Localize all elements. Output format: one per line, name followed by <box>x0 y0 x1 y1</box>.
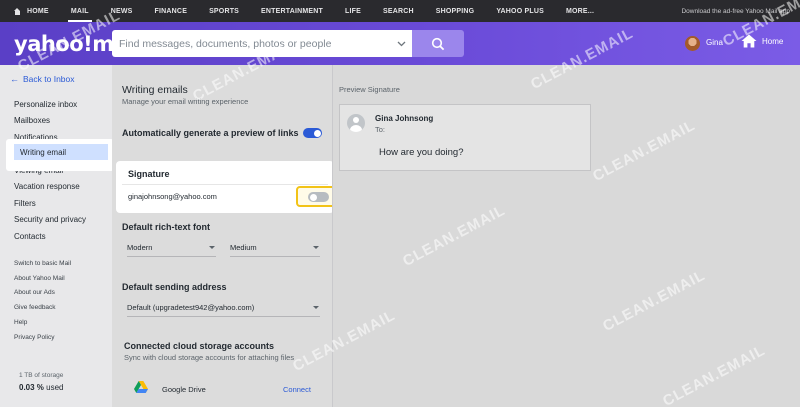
sidebar-item-writing-email[interactable]: Writing email <box>14 144 108 160</box>
sidebar-item-mailboxes[interactable]: Mailboxes <box>0 113 112 130</box>
cloud-storage-subtitle: Sync with cloud storage accounts for att… <box>124 353 295 362</box>
topnav-entertainment[interactable]: ENTERTAINMENT <box>250 0 334 22</box>
caret-down-icon <box>313 246 319 249</box>
home-button[interactable]: Home <box>741 34 783 48</box>
privacy-policy-link[interactable]: Privacy Policy <box>14 330 71 345</box>
link-preview-toggle[interactable] <box>303 128 322 138</box>
caret-down-icon <box>313 306 319 309</box>
topnav-yahoo-plus[interactable]: YAHOO PLUS <box>485 0 555 22</box>
sender-avatar <box>347 114 365 132</box>
about-yahoo-mail-link[interactable]: About Yahoo Mail <box>14 271 71 286</box>
help-link[interactable]: Help <box>14 315 71 330</box>
home-label: Home <box>762 36 784 46</box>
google-drive-icon <box>134 381 148 393</box>
search-button[interactable] <box>412 30 464 57</box>
topnav-news[interactable]: NEWS <box>100 0 144 22</box>
search-input[interactable]: Find messages, documents, photos or peop… <box>112 38 390 50</box>
search-icon <box>431 37 445 50</box>
topnav-home[interactable]: HOME <box>0 0 60 22</box>
cloud-storage-title: Connected cloud storage accounts <box>124 341 275 351</box>
google-drive-label: Google Drive <box>162 385 206 394</box>
top-nav-bar: HOME MAIL NEWS FINANCE SPORTS ENTERTAINM… <box>0 0 800 22</box>
connect-google-drive-link[interactable]: Connect <box>283 385 311 394</box>
font-section-title: Default rich-text font <box>122 222 211 232</box>
signature-title: Signature <box>128 169 170 179</box>
preview-signature-label: Preview Signature <box>339 85 400 94</box>
mail-header: yahoo!mail Find messages, documents, pho… <box>0 22 800 65</box>
recipient-label: To: <box>375 125 386 134</box>
topnav-sports[interactable]: SPORTS <box>198 0 250 22</box>
page-subtitle: Manage your email writing experience <box>122 97 249 106</box>
topnav-more[interactable]: MORE... <box>555 0 605 22</box>
arrow-left-icon: ← <box>10 74 19 84</box>
avatar[interactable] <box>685 36 700 51</box>
link-preview-label: Automatically generate a preview of link… <box>122 128 299 138</box>
sidebar-item-security-privacy[interactable]: Security and privacy <box>0 212 112 229</box>
sidebar-item-contacts[interactable]: Contacts <box>0 228 112 245</box>
topnav-shopping[interactable]: SHOPPING <box>425 0 486 22</box>
home-icon <box>741 34 757 48</box>
sidebar-item-vacation-response[interactable]: Vacation response <box>0 179 112 196</box>
about-ads-link[interactable]: About our Ads <box>14 286 71 301</box>
home-icon <box>14 7 21 15</box>
topnav-life[interactable]: LIFE <box>334 0 372 22</box>
topnav-finance[interactable]: FINANCE <box>144 0 199 22</box>
adfree-app-link[interactable]: Download the ad-free Yahoo Mail app <box>681 0 790 22</box>
font-face-select[interactable]: Modern <box>127 239 216 257</box>
sender-name: Gina Johnsong <box>375 114 434 123</box>
preview-message-body: How are you doing? <box>379 147 464 158</box>
sending-address-select[interactable]: Default (upgradetest942@yahoo.com) <box>127 299 320 317</box>
user-name[interactable]: Gina <box>706 38 723 47</box>
secondary-links: Switch to basic Mail About Yahoo Mail Ab… <box>14 256 71 345</box>
give-feedback-link[interactable]: Give feedback <box>14 300 71 315</box>
topnav-mail[interactable]: MAIL <box>60 0 100 22</box>
page-title: Writing emails <box>122 84 188 96</box>
signature-account-email: ginajohnsong@yahoo.com <box>128 192 217 201</box>
sidebar-item-filters[interactable]: Filters <box>0 195 112 212</box>
sending-address-title: Default sending address <box>122 282 227 292</box>
sidebar-item-personalize-inbox[interactable]: Personalize inbox <box>0 96 112 113</box>
font-size-select[interactable]: Medium <box>230 239 320 257</box>
link-preview-setting: Automatically generate a preview of link… <box>122 128 322 138</box>
back-to-inbox-link[interactable]: ← Back to Inbox <box>10 74 75 84</box>
storage-usage: 0.03 % used <box>19 383 64 392</box>
signature-toggle[interactable] <box>308 192 329 202</box>
storage-capacity: 1 TB of storage <box>19 372 64 379</box>
settings-sidebar: ← Back to Inbox Personalize inbox Mailbo… <box>0 65 112 407</box>
topnav-search[interactable]: SEARCH <box>372 0 425 22</box>
search-box[interactable]: Find messages, documents, photos or peop… <box>112 30 412 57</box>
caret-down-icon <box>209 246 215 249</box>
chevron-down-icon[interactable] <box>390 30 412 57</box>
divider <box>122 184 328 185</box>
switch-basic-mail-link[interactable]: Switch to basic Mail <box>14 256 71 271</box>
